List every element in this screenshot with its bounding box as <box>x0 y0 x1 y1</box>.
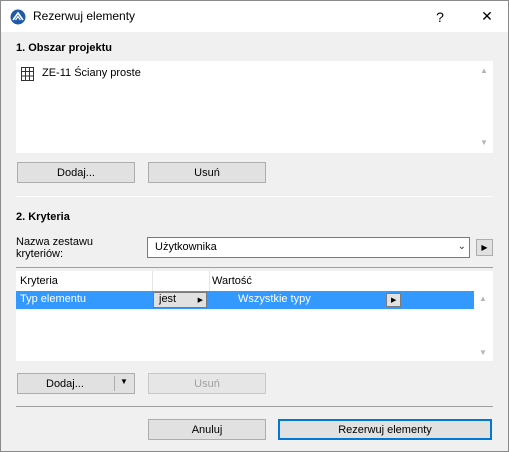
scroll-down-icon[interactable]: ▼ <box>480 138 488 147</box>
criteria-set-dropdown[interactable]: Użytkownika ⌄ <box>147 237 470 258</box>
chevron-down-icon: ⌄ <box>457 241 466 252</box>
app-icon <box>10 9 26 25</box>
section-criteria-title: 2. Kryteria <box>16 211 70 223</box>
list-item-label: ZE-11 Ściany proste <box>42 67 141 79</box>
project-area-list[interactable]: ZE-11 Ściany proste ▲ ▼ <box>16 61 493 153</box>
close-button[interactable]: ✕ <box>467 1 507 32</box>
grid-icon <box>21 67 34 81</box>
column-header-criteria[interactable]: Kryteria <box>20 275 58 287</box>
operator-value: jest <box>159 293 177 305</box>
scroll-up-icon[interactable]: ▲ <box>480 66 488 75</box>
criteria-set-value: Użytkownika <box>155 241 217 253</box>
window-title: Rezerwuj elementy <box>33 9 136 23</box>
scroll-down-icon[interactable]: ▼ <box>479 348 487 357</box>
criteria-table[interactable]: Kryteria Wartość Typ elementu jest ▶ Wsz… <box>16 271 493 361</box>
column-divider <box>152 271 153 291</box>
split-divider <box>114 376 115 391</box>
column-divider <box>209 271 210 291</box>
criteria-set-label: Nazwa zestawu kryteriów: <box>16 236 94 260</box>
remove-area-button[interactable]: Usuń <box>148 162 266 183</box>
triangle-right-icon: ▶ <box>391 297 397 304</box>
close-icon: ✕ <box>481 8 493 24</box>
add-area-button[interactable]: Dodaj... <box>17 162 135 183</box>
criteria-set-menu-button[interactable]: ▶ <box>476 239 493 256</box>
footer-divider <box>16 406 493 407</box>
table-top-divider <box>16 267 493 268</box>
scroll-up-icon[interactable]: ▲ <box>479 294 487 303</box>
section-project-area-title: 1. Obszar projektu <box>16 42 112 54</box>
section-divider <box>16 196 493 197</box>
triangle-right-icon: ▶ <box>197 297 203 304</box>
chevron-down-icon[interactable]: ▼ <box>120 377 128 386</box>
add-criterion-button[interactable]: Dodaj... ▼ <box>17 373 135 394</box>
table-row[interactable]: Typ elementu jest ▶ Wszystkie typy ▶ <box>16 291 474 309</box>
list-item[interactable]: ZE-11 Ściany proste <box>21 66 221 82</box>
operator-button[interactable]: jest ▶ <box>153 292 207 308</box>
add-criterion-label: Dodaj... <box>46 377 84 390</box>
triangle-right-icon: ▶ <box>481 243 488 252</box>
remove-criterion-button[interactable]: Usuń <box>148 373 266 394</box>
reserve-elements-dialog: Rezerwuj elementy ? ✕ 1. Obszar projektu… <box>0 0 509 452</box>
value-menu-button[interactable]: ▶ <box>386 293 401 307</box>
help-button[interactable]: ? <box>422 1 458 32</box>
title-bar[interactable]: Rezerwuj elementy ? ✕ <box>1 1 508 32</box>
column-header-value[interactable]: Wartość <box>212 275 252 287</box>
cancel-button[interactable]: Anuluj <box>148 419 266 440</box>
reserve-elements-button[interactable]: Rezerwuj elementy <box>278 419 492 440</box>
criterion-cell: Typ elementu <box>20 293 87 305</box>
value-cell: Wszystkie typy <box>238 293 311 305</box>
